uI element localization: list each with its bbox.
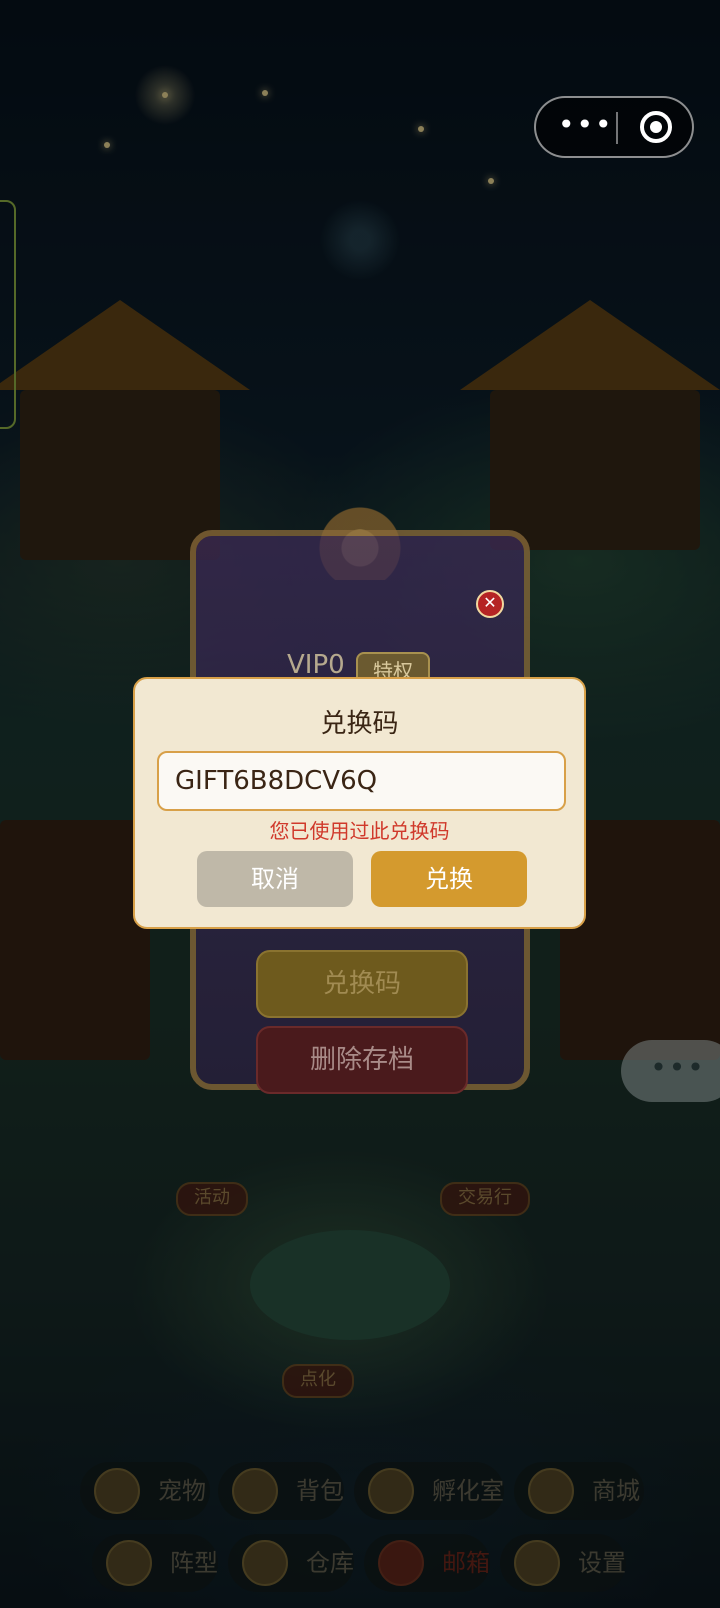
confirm-redeem-button[interactable]: 兑换: [371, 851, 527, 907]
target-close-icon[interactable]: [640, 111, 672, 143]
cancel-button[interactable]: 取消: [197, 851, 353, 907]
redeem-code-input[interactable]: [157, 751, 566, 811]
dialog-title: 兑换码: [320, 709, 399, 739]
delete-save-button[interactable]: 删除存档: [256, 1026, 468, 1094]
error-message: 您已使用过此兑换码: [269, 819, 450, 843]
vip-level-label: VIP0: [287, 650, 345, 680]
redeem-code-button[interactable]: 兑换码: [256, 950, 468, 1018]
miniprogram-capsule: •••: [534, 96, 694, 158]
capsule-divider: [616, 112, 618, 144]
redeem-code-dialog: 兑换码 您已使用过此兑换码 取消 兑换: [133, 677, 586, 929]
close-icon[interactable]: ✕: [476, 590, 504, 618]
chat-bubble-button[interactable]: •••: [621, 1040, 720, 1102]
more-dots-icon[interactable]: •••: [558, 111, 612, 142]
